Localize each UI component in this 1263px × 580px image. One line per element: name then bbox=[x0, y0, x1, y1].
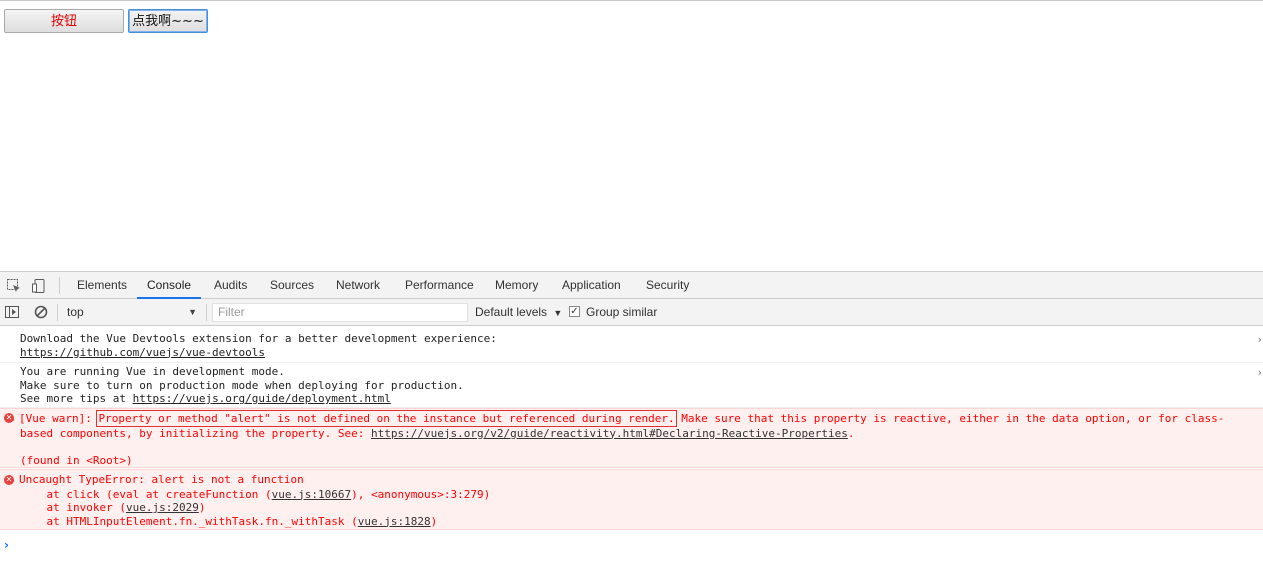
warn-text: based components, by initializing the pr… bbox=[20, 426, 371, 440]
stack-source-link[interactable]: vue.js:10667 bbox=[272, 488, 351, 501]
devtools-tabbar: Elements Console Audits Sources Network … bbox=[0, 272, 1263, 299]
toolbar-divider bbox=[206, 304, 207, 321]
group-similar-label: Group similar bbox=[586, 305, 658, 319]
warn-highlight: Property or method "alert" is not define… bbox=[96, 410, 677, 427]
tab-application[interactable]: Application bbox=[562, 272, 621, 299]
warn-found: (found in <Root>) bbox=[20, 453, 133, 467]
log-text: Download the Vue Devtools extension for … bbox=[20, 332, 497, 345]
devtools-panel: Elements Console Audits Sources Network … bbox=[0, 271, 1263, 579]
error-title: Uncaught TypeError: alert is not a funct… bbox=[19, 473, 304, 486]
console-messages: Download the Vue Devtools extension for … bbox=[0, 327, 1263, 580]
log-text: Make sure to turn on production mode whe… bbox=[20, 378, 464, 392]
tab-security[interactable]: Security bbox=[646, 272, 689, 299]
button-anniu[interactable]: 按钮 bbox=[4, 9, 124, 33]
console-log-message: You are running Vue in development mode.… bbox=[0, 363, 1263, 408]
console-toolbar: top ▼ Filter Default levels ▼ ✓ Group si… bbox=[0, 299, 1263, 326]
sidebar-toggle-icon[interactable] bbox=[4, 304, 20, 320]
reactivity-link[interactable]: https://vuejs.org/v2/guide/reactivity.ht… bbox=[371, 427, 848, 440]
device-toolbar-icon[interactable] bbox=[31, 278, 47, 294]
log-levels-label: Default levels bbox=[475, 305, 548, 319]
error-icon: ✕ bbox=[4, 413, 14, 423]
source-link-icon[interactable]: › bbox=[1256, 333, 1263, 347]
console-prompt-icon[interactable]: › bbox=[4, 538, 9, 552]
warn-period: . bbox=[847, 426, 855, 440]
inspect-element-icon[interactable] bbox=[6, 278, 22, 294]
warn-text: Make sure that this property is reactive… bbox=[674, 412, 1225, 425]
log-text: You are running Vue in development mode. bbox=[20, 365, 285, 378]
toolbar-divider bbox=[57, 304, 58, 321]
tab-memory[interactable]: Memory bbox=[495, 272, 538, 299]
devtools-link[interactable]: https://github.com/vuejs/vue-devtools bbox=[20, 346, 1263, 360]
context-value: top bbox=[67, 305, 84, 319]
warn-prefix: [Vue warn]: bbox=[19, 412, 99, 425]
stack-frame: ), <anonymous>:3:279) bbox=[351, 487, 491, 501]
tabbar-divider bbox=[59, 277, 60, 294]
context-selector[interactable]: top ▼ bbox=[63, 303, 201, 322]
stack-frame: at invoker ( bbox=[20, 501, 126, 515]
page-viewport: 按钮 点我啊~~~ bbox=[0, 0, 1263, 271]
clear-console-icon[interactable] bbox=[33, 304, 49, 320]
log-text: See more tips at bbox=[20, 392, 133, 406]
stack-frame: at HTMLInputElement.fn._withTask.fn._wit… bbox=[20, 514, 358, 528]
tab-elements[interactable]: Elements bbox=[77, 272, 127, 299]
tab-console[interactable]: Console bbox=[137, 272, 202, 299]
log-levels-dropdown[interactable]: Default levels ▼ bbox=[475, 303, 562, 322]
console-error-message: ✕ ▶Uncaught TypeError: alert is not a fu… bbox=[0, 469, 1263, 530]
error-icon: ✕ bbox=[4, 475, 14, 485]
stack-source-link[interactable]: vue.js:2029 bbox=[126, 501, 199, 514]
stack-source-link[interactable]: vue.js:1828 bbox=[358, 515, 431, 528]
dropdown-arrow-icon: ▼ bbox=[188, 307, 197, 317]
group-similar-checkbox[interactable]: ✓ bbox=[569, 306, 580, 317]
stack-frame: ) bbox=[198, 501, 206, 515]
deployment-link[interactable]: https://vuejs.org/guide/deployment.html bbox=[133, 392, 391, 405]
source-link-icon[interactable]: › bbox=[1256, 366, 1263, 380]
stack-frame: at click (eval at createFunction ( bbox=[20, 487, 272, 501]
console-log-message: Download the Vue Devtools extension for … bbox=[0, 331, 1263, 363]
stack-frame: ) bbox=[430, 514, 438, 528]
console-warning-message: ✕ ▶[Vue warn]: Property or method "alert… bbox=[0, 408, 1263, 468]
tab-network[interactable]: Network bbox=[336, 272, 380, 299]
click-me-button[interactable]: 点我啊~~~ bbox=[128, 9, 208, 33]
tab-performance[interactable]: Performance bbox=[405, 272, 474, 299]
tab-sources[interactable]: Sources bbox=[270, 272, 314, 299]
dropdown-arrow-icon: ▼ bbox=[553, 308, 563, 318]
tab-audits[interactable]: Audits bbox=[214, 272, 247, 299]
filter-input[interactable]: Filter bbox=[212, 303, 468, 322]
